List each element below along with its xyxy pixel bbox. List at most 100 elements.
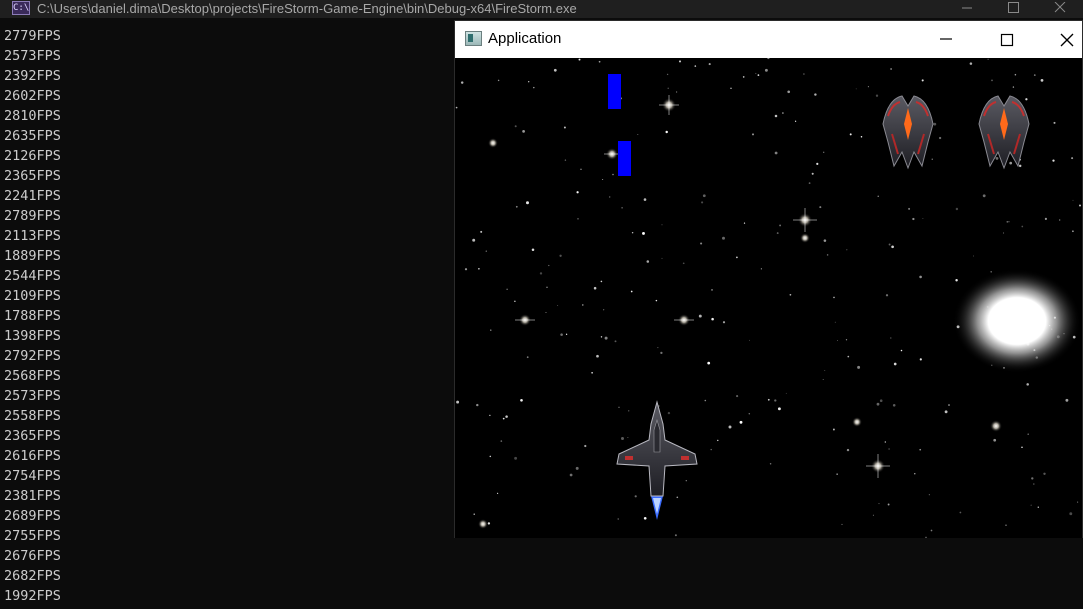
bright-star	[659, 95, 679, 115]
star	[1044, 217, 1047, 220]
star	[925, 536, 927, 538]
star	[643, 516, 647, 520]
app-titlebar[interactable]: Application	[455, 21, 1082, 58]
star	[739, 420, 743, 424]
console-minimize-button[interactable]	[944, 0, 990, 18]
star	[497, 79, 500, 82]
fps-log-line: 2241FPS	[4, 188, 61, 204]
fps-log-line: 2682FPS	[4, 568, 61, 584]
console-app-icon: C:\	[12, 1, 30, 15]
fps-log-line: 2113FPS	[4, 228, 61, 244]
star	[708, 63, 711, 66]
star	[875, 94, 879, 97]
star	[522, 130, 525, 133]
star	[614, 340, 617, 343]
star	[642, 231, 645, 235]
star	[987, 58, 989, 60]
star	[661, 257, 663, 259]
fps-log-line: 1889FPS	[4, 248, 61, 264]
star	[553, 68, 557, 72]
star	[480, 230, 483, 233]
star	[1025, 98, 1028, 101]
star	[711, 289, 713, 291]
star	[655, 299, 658, 302]
star	[912, 217, 915, 221]
app-minimize-button[interactable]	[923, 21, 969, 58]
console-maximize-button[interactable]	[990, 0, 1036, 18]
star	[506, 288, 508, 290]
star	[836, 473, 838, 475]
star	[660, 351, 663, 355]
star	[933, 122, 937, 126]
star	[514, 456, 518, 460]
app-window-title: Application	[488, 30, 562, 47]
game-viewport[interactable]	[455, 58, 1082, 538]
star	[1043, 472, 1046, 475]
star	[872, 514, 874, 516]
star	[922, 217, 924, 219]
star	[767, 58, 770, 60]
app-maximize-button[interactable]	[983, 21, 1029, 58]
star	[787, 90, 791, 94]
star	[955, 207, 959, 211]
star	[1014, 73, 1017, 76]
star	[837, 340, 839, 341]
star	[564, 159, 567, 161]
star	[657, 347, 659, 349]
star	[888, 448, 890, 450]
star	[490, 329, 492, 331]
star	[900, 349, 903, 352]
star	[892, 404, 896, 407]
console-close-button[interactable]	[1037, 0, 1083, 18]
star	[803, 73, 805, 75]
star	[993, 438, 997, 442]
star	[730, 87, 732, 90]
fps-log-line: 2365FPS	[4, 168, 61, 184]
star	[628, 410, 630, 412]
star	[878, 503, 880, 505]
fps-log-line: 2568FPS	[4, 368, 61, 384]
star	[1026, 383, 1029, 386]
star	[1072, 230, 1074, 233]
star	[500, 440, 503, 442]
star	[748, 412, 751, 415]
star	[600, 280, 603, 283]
star	[776, 232, 779, 235]
star	[666, 73, 669, 76]
star	[779, 224, 782, 227]
star	[782, 112, 784, 114]
glowing-planet	[953, 269, 1081, 373]
star	[707, 361, 711, 365]
star	[531, 248, 535, 252]
star	[694, 65, 697, 67]
blue-projectile	[618, 141, 631, 176]
star	[643, 198, 647, 201]
fps-log: 2779FPS 2573FPS 2392FPS 2602FPS 2810FPS 2635F…	[4, 26, 61, 606]
star	[489, 414, 491, 416]
star	[845, 339, 848, 341]
bright-star	[604, 148, 620, 160]
star	[604, 336, 608, 340]
star	[569, 473, 573, 477]
bright-star	[488, 138, 498, 148]
star	[834, 321, 836, 323]
star	[618, 406, 620, 408]
star	[908, 207, 911, 210]
star	[580, 168, 582, 171]
star	[928, 494, 930, 496]
star	[876, 402, 880, 406]
fps-log-line: 2392FPS	[4, 68, 61, 84]
bright-star	[478, 519, 488, 529]
star	[877, 195, 879, 197]
star	[533, 86, 535, 89]
star	[1003, 232, 1005, 234]
star	[489, 455, 492, 458]
star	[995, 156, 999, 160]
star	[808, 182, 811, 184]
star	[591, 372, 593, 374]
star	[959, 511, 962, 514]
application-window[interactable]: Application	[454, 20, 1083, 538]
star	[578, 58, 581, 61]
fps-log-line: 2754FPS	[4, 468, 61, 484]
app-close-button[interactable]	[1043, 21, 1083, 58]
